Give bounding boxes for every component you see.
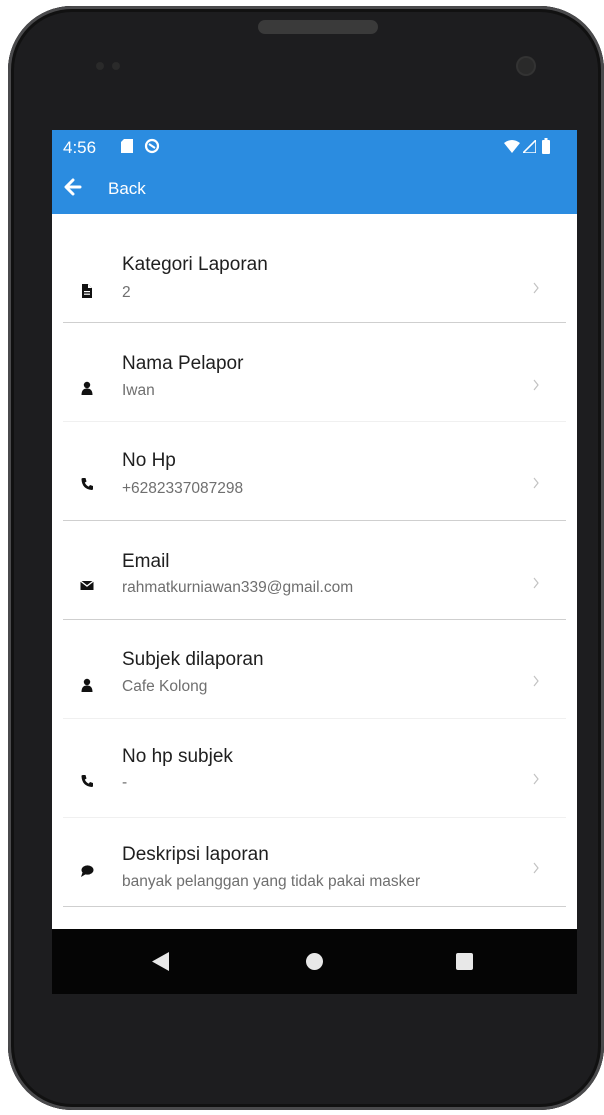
phone-icon [81,775,93,787]
signal-icon [523,140,536,153]
list-item-no-hp-subjek[interactable]: No hp subjek - [52,719,577,818]
battery-icon [542,138,550,154]
envelope-icon [80,580,94,590]
item-value: Cafe Kolong [122,678,208,695]
front-camera [518,58,534,74]
android-nav-bar [52,929,577,994]
chevron-right-icon [533,379,539,391]
arrow-left-icon [64,178,82,196]
nav-home-icon[interactable] [306,953,323,970]
item-title: Email [122,551,170,572]
item-value: - [122,774,128,791]
chevron-right-icon [533,675,539,687]
phone-icon [81,478,93,490]
item-title: Deskripsi laporan [122,844,269,865]
item-value: rahmatkurniawan339@gmail.com [122,579,354,596]
chevron-right-icon [533,477,539,489]
sync-icon [144,138,160,154]
back-button[interactable]: Back [64,174,174,202]
status-time: 4:56 [63,138,97,157]
sd-card-icon [121,139,133,153]
item-value: +6282337087298 [122,480,244,497]
item-value: Iwan [122,382,155,399]
list-item-nama-pelapor[interactable]: Nama Pelapor Iwan [52,323,577,422]
list-item-kategori-laporan[interactable]: Kategori Laporan 2 [52,214,577,323]
file-icon [82,284,92,298]
app-bar: Back [52,162,577,214]
comment-icon [81,865,94,877]
user-icon [81,678,93,692]
chevron-right-icon [533,773,539,785]
speaker-grille [258,20,378,34]
status-bar: 4:56 [52,130,577,162]
user-icon [81,381,93,395]
light-sensor [112,62,120,70]
item-title: Nama Pelapor [122,353,244,374]
chevron-right-icon [533,862,539,874]
item-value: 2 [122,284,131,301]
wifi-icon [504,140,520,153]
app-screen: 4:56 Back Kategori Laporan 2 Nama Pelapo… [52,130,577,994]
divider [63,906,566,907]
nav-recents-icon[interactable] [456,953,473,970]
list-item-subjek-dilaporan[interactable]: Subjek dilaporan Cafe Kolong [52,620,577,719]
back-label: Back [108,179,146,198]
item-title: Subjek dilaporan [122,649,264,670]
item-title: No Hp [122,450,176,471]
nav-back-icon[interactable] [152,952,170,971]
chevron-right-icon [533,577,539,589]
list-item-email[interactable]: Email rahmatkurniawan339@gmail.com [52,521,577,620]
chevron-right-icon [533,282,539,294]
proximity-sensor [96,62,104,70]
list-item-no-hp[interactable]: No Hp +6282337087298 [52,422,577,521]
item-title: Kategori Laporan [122,254,268,275]
item-title: No hp subjek [122,746,233,767]
report-detail-list: Kategori Laporan 2 Nama Pelapor Iwan No … [52,214,577,917]
item-value: banyak pelanggan yang tidak pakai masker [122,873,421,890]
list-item-deskripsi-laporan[interactable]: Deskripsi laporan banyak pelanggan yang … [52,818,577,917]
